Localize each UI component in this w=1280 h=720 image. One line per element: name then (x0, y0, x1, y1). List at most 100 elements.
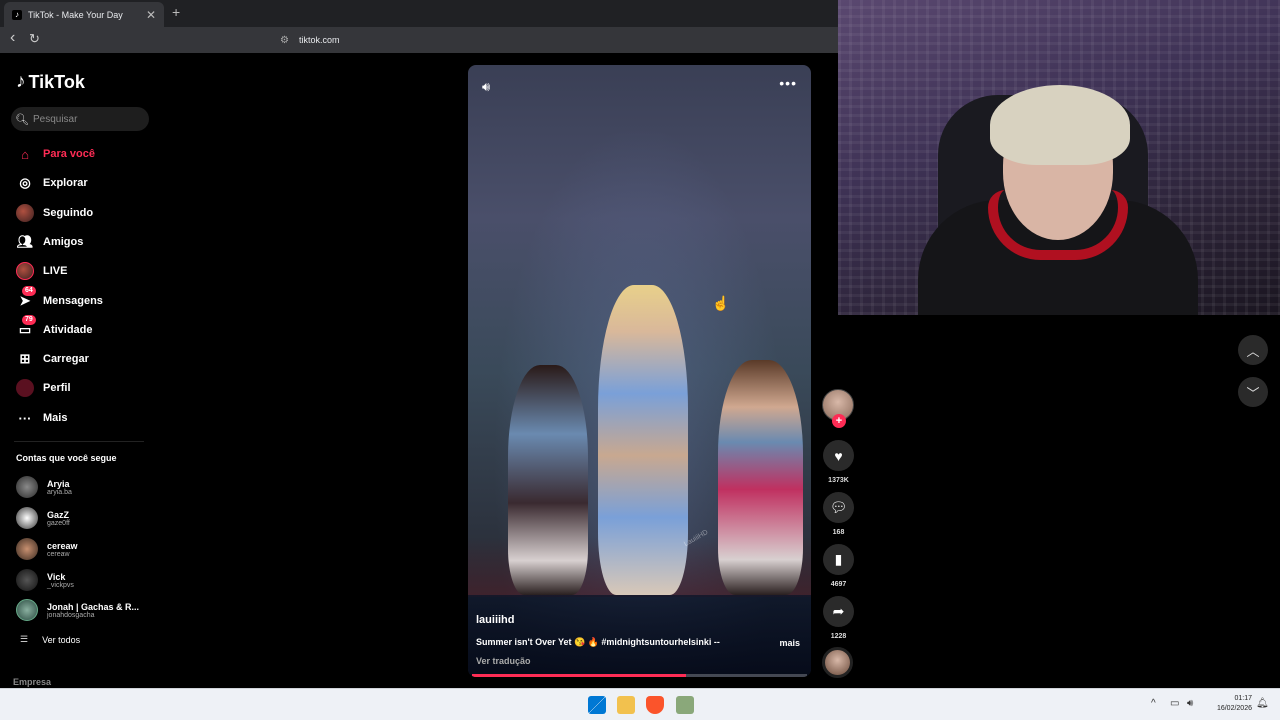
previous-video-button[interactable]: ︿ (1238, 335, 1268, 365)
volume-icon[interactable]: 🔊︎ (482, 79, 490, 95)
comment-button[interactable]: 💬︎ (823, 492, 854, 523)
avatar (16, 507, 38, 529)
video-author[interactable]: lauiiihd (476, 614, 515, 626)
account-name: Aryia (47, 478, 70, 489)
more-options-icon[interactable]: ••• (779, 75, 797, 91)
mouse-cursor-icon: ☝ (712, 295, 730, 311)
new-tab-button[interactable]: + (172, 4, 180, 20)
following-avatar-icon (16, 204, 34, 222)
messages-icon: ➤ 64 (16, 286, 36, 310)
video-caption: Summer isn't Over Yet 😘 🔥 #midnightsunto… (476, 637, 720, 647)
system-clock[interactable]: 01:17 16/02/2026 (1217, 694, 1252, 714)
save-button[interactable]: ▮ (823, 544, 854, 575)
share-icon: ➦ (832, 603, 845, 619)
follow-plus-button[interactable]: + (832, 414, 846, 428)
avatar (16, 569, 38, 591)
following-account[interactable]: cereaw cereaw (16, 535, 78, 563)
tab-title: TikTok - Make Your Day (28, 9, 123, 20)
bookmark-icon: ▮ (834, 551, 843, 567)
nav-label: Amigos (43, 236, 84, 248)
friends-icon: 👥︎ (16, 234, 34, 249)
nav-carregar[interactable]: ⊞ Carregar (16, 348, 89, 370)
account-handle: _vickpvs (47, 581, 74, 589)
share-button[interactable]: ➦ (823, 596, 854, 627)
nav-label: Mensagens (43, 295, 103, 307)
following-account[interactable]: Jonah | Gachas & R... jonahdosgacha (16, 596, 139, 624)
video-player[interactable]: LauiiiHD 🔊︎ ••• lauiiihd Summer isn't Ov… (468, 65, 811, 677)
dancer-left (508, 365, 588, 595)
chevron-up-icon: ︿ (1246, 343, 1260, 359)
file-explorer-icon[interactable] (617, 696, 635, 714)
see-all-button[interactable]: ☰ Ver todos (20, 634, 80, 645)
url-text: tiktok.com (298, 35, 340, 45)
following-account[interactable]: Aryia aryia.ba (16, 473, 72, 501)
nav-para-voce[interactable]: ⌂ Para você (16, 143, 95, 165)
address-bar[interactable]: ⚙ tiktok.com (280, 31, 830, 49)
windows-taskbar: ^ ▭ 🔊︎ 01:17 16/02/2026 🔔︎ (0, 688, 1280, 720)
tab-close-icon[interactable]: ✕ (146, 8, 156, 22)
footer-company-link[interactable]: Empresa (13, 677, 51, 687)
person-hair (990, 85, 1130, 165)
chevron-down-icon: ﹀ (1246, 385, 1260, 401)
account-handle: gaze0ff (47, 519, 70, 527)
nav-live[interactable]: LIVE (16, 260, 67, 282)
nav-label: Para você (43, 148, 95, 160)
caption-more-button[interactable]: mais (779, 638, 800, 648)
browser-toolbar: ‹ ↻ ⚙ tiktok.com (0, 27, 838, 53)
notification-icon[interactable]: 🔔︎ (1256, 698, 1269, 709)
account-name: cereaw (47, 540, 78, 551)
video-progress-fill (472, 674, 687, 677)
search-input[interactable]: 🔍︎ Pesquisar (11, 107, 149, 131)
logo-text: TikTok (28, 71, 85, 92)
network-icon[interactable]: ▭ (1170, 698, 1179, 709)
following-account[interactable]: Vick _vickpvs (16, 566, 74, 594)
account-handle: jonahdosgacha (47, 611, 95, 619)
nav-label: LIVE (43, 265, 68, 277)
messages-badge: 64 (22, 286, 36, 296)
account-name: Vick (47, 571, 66, 582)
compass-icon: ◎ (19, 175, 31, 190)
sidebar-divider (14, 441, 144, 442)
nav-seguindo[interactable]: Seguindo (16, 202, 93, 224)
profile-avatar-icon (16, 379, 34, 397)
tiktok-logo[interactable]: ♪ TikTok (16, 71, 85, 93)
browser-tab[interactable]: ♪ TikTok - Make Your Day ✕ (4, 2, 164, 27)
activity-icon: ▭ 79 (16, 315, 36, 339)
translate-button[interactable]: Ver tradução (476, 656, 531, 666)
search-icon: 🔍︎ (15, 113, 29, 126)
account-handle: aryia.ba (47, 488, 72, 496)
app-icon[interactable] (676, 696, 694, 714)
video-progress-bar[interactable] (472, 674, 807, 677)
following-account[interactable]: GazZ gaze0ff (16, 504, 70, 532)
nav-perfil[interactable]: Perfil (16, 377, 71, 399)
dancer-right (718, 360, 803, 595)
nav-label: Perfil (43, 382, 71, 394)
nav-amigos[interactable]: 👥︎ Amigos (16, 231, 84, 253)
more-dots-icon: ··· (18, 410, 32, 426)
volume-tray-icon[interactable]: 🔊︎ (1187, 698, 1193, 709)
reload-icon[interactable]: ↻ (29, 31, 40, 47)
nav-mais[interactable]: ··· Mais (16, 407, 68, 429)
nav-mensagens[interactable]: ➤ 64 Mensagens (16, 286, 103, 312)
clock-date: 16/02/2026 (1216, 705, 1252, 712)
live-avatar-icon (16, 262, 34, 280)
brave-browser-icon[interactable] (646, 696, 664, 714)
nav-explorar[interactable]: ◎ Explorar (16, 172, 87, 194)
account-handle: cereaw (47, 550, 70, 558)
back-icon[interactable]: ‹ (10, 29, 15, 47)
tray-chevron-icon[interactable]: ^ (1151, 698, 1156, 709)
music-disc-avatar[interactable] (822, 647, 853, 678)
list-icon: ☰ (20, 634, 29, 644)
upload-icon: ⊞ (19, 351, 31, 366)
clock-time: 01:17 (1234, 695, 1252, 702)
home-icon: ⌂ (21, 146, 29, 162)
like-button[interactable]: ♥ (823, 440, 854, 471)
nav-label: Mais (43, 412, 68, 424)
nav-label: Carregar (43, 353, 89, 365)
next-video-button[interactable]: ﹀ (1238, 377, 1268, 407)
share-count: 1228 (830, 633, 847, 640)
site-info-icon[interactable]: ⚙ (280, 35, 289, 46)
windows-start-icon[interactable] (588, 696, 606, 714)
activity-badge: 79 (22, 315, 36, 325)
nav-atividade[interactable]: ▭ 79 Atividade (16, 315, 93, 341)
